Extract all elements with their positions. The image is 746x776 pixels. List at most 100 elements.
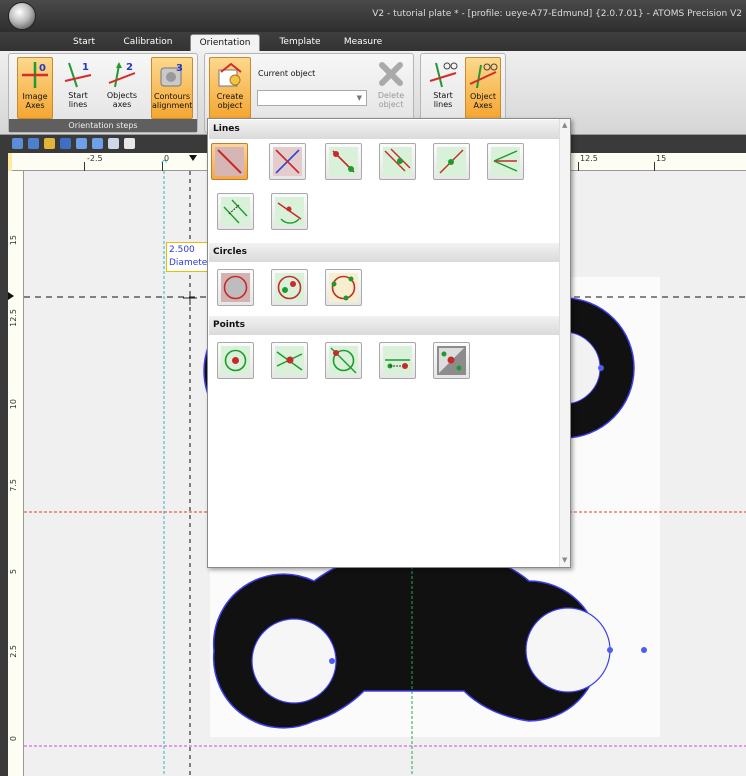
document-icon[interactable] — [124, 138, 135, 149]
image-axes-button[interactable]: 0 Image Axes — [17, 57, 53, 119]
vertical-ruler: 15 12.5 10 7.5 5 2.5 0 — [8, 171, 24, 776]
start-lines-button-2[interactable]: Start lines — [425, 57, 461, 119]
circle-fit-icon — [221, 273, 250, 302]
v-ruler-label: 0 — [9, 736, 18, 742]
chevron-down-icon: ▼ — [356, 94, 362, 102]
object-axes-button[interactable]: Object Axes — [465, 57, 501, 119]
section-circles-header: Circles — [209, 243, 561, 262]
tab-template[interactable]: Template — [270, 34, 330, 51]
contour-point — [329, 658, 335, 664]
image-axes-icon: 0 — [20, 60, 50, 90]
delete-object-label: Delete object — [377, 91, 405, 109]
title-bar: V2 - tutorial plate * - [profile: ueye-A… — [0, 0, 746, 32]
line-perpendicular-tile[interactable] — [433, 143, 470, 180]
circle-two-points-icon — [275, 273, 304, 302]
create-object-icon — [215, 60, 245, 90]
tab-measure[interactable]: Measure — [338, 34, 388, 51]
point-contour-tile[interactable] — [433, 342, 470, 379]
tab-start[interactable]: Start — [66, 34, 102, 51]
object-axes-label: Object Axes — [469, 92, 497, 110]
v-ruler-label: 7.5 — [9, 479, 18, 492]
line-two-points-icon — [215, 147, 244, 176]
create-object-button[interactable]: Create object — [209, 57, 251, 119]
diameter-label: Diameter — [169, 258, 208, 268]
ruler-v-marker-icon — [8, 292, 14, 300]
h-ruler-label: -2.5 — [87, 154, 103, 163]
section-points-header: Points — [209, 316, 561, 335]
image-axes-label: Image Axes — [22, 92, 48, 110]
objects-axes-button[interactable]: 2 Objects axes — [104, 57, 140, 119]
start-lines-button[interactable]: 1 Start lines — [60, 57, 96, 119]
contours-alignment-label: Contours alignment — [152, 92, 193, 110]
app-logo[interactable] — [8, 2, 36, 30]
contour-point — [641, 647, 647, 653]
line-distance-icon — [221, 197, 250, 226]
point-center-tile[interactable] — [217, 342, 254, 379]
undo-icon[interactable] — [76, 138, 87, 149]
line-angle-tile[interactable] — [269, 143, 306, 180]
step-number-3: 3 — [176, 63, 183, 74]
window-title: V2 - tutorial plate * - [profile: ueye-A… — [372, 9, 742, 19]
create-object-label: Create object — [216, 92, 244, 110]
line-distance-tile[interactable] — [217, 193, 254, 230]
start-lines-2-label: Start lines — [433, 91, 453, 109]
redo-icon[interactable] — [92, 138, 103, 149]
point-circle-line-icon — [329, 346, 358, 375]
bottom-right-hole — [525, 607, 611, 693]
line-angle-icon — [273, 147, 302, 176]
line-tangent-icon — [275, 197, 304, 226]
scroll-down-icon[interactable]: ▼ — [562, 556, 567, 564]
tab-orientation[interactable]: Orientation — [190, 34, 260, 51]
dropdown-scrollbar[interactable]: ▲ ▼ — [559, 119, 570, 567]
point-offset-icon — [383, 346, 412, 375]
line-parallel-icon — [383, 147, 412, 176]
orientation-steps-group: 0 Image Axes 1 Start lines 2 Objects axe… — [8, 53, 198, 133]
ruler-cyan-marker-icon: ^ — [160, 159, 169, 170]
h-tick — [84, 162, 85, 171]
open-icon[interactable] — [12, 138, 23, 149]
circle-three-points-tile[interactable] — [325, 269, 362, 306]
v-ruler-label: 5 — [9, 569, 18, 575]
bottom-left-hole — [251, 618, 337, 704]
step-number-2: 2 — [126, 62, 133, 73]
save-icon[interactable] — [60, 138, 71, 149]
contours-alignment-icon: 3 — [157, 60, 187, 90]
point-intersection-icon — [275, 346, 304, 375]
step-number-1: 1 — [82, 62, 89, 73]
contour-point — [607, 647, 613, 653]
scroll-up-icon[interactable]: ▲ — [562, 121, 567, 129]
objects-axes-icon: 2 — [107, 59, 137, 89]
circle-three-points-icon — [329, 273, 358, 302]
diameter-tooltip: 2.500 Diameter — [166, 242, 208, 272]
quick-access-toolbar — [8, 135, 208, 153]
ruler-marker-icon — [189, 155, 197, 161]
line-red-points-tile[interactable] — [325, 143, 362, 180]
line-perpendicular-icon — [437, 147, 466, 176]
current-object-select[interactable]: ▼ — [257, 90, 367, 106]
point-circle-line-tile[interactable] — [325, 342, 362, 379]
point-contour-icon — [437, 346, 466, 375]
create-object-dropdown: Lines Circles Points ▲ ▼ — [207, 118, 571, 568]
circle-fit-tile[interactable] — [217, 269, 254, 306]
camera-icon[interactable] — [28, 138, 39, 149]
start-lines-label: Start lines — [68, 91, 88, 109]
section-lines-header: Lines — [209, 120, 561, 139]
point-intersection-tile[interactable] — [271, 342, 308, 379]
step-number-0: 0 — [39, 63, 46, 74]
v-ruler-label: 12.5 — [9, 309, 18, 327]
line-red-points-icon — [329, 147, 358, 176]
delete-x-icon — [376, 59, 406, 89]
circle-two-points-tile[interactable] — [271, 269, 308, 306]
line-parallel-tile[interactable] — [379, 143, 416, 180]
export-icon[interactable] — [108, 138, 119, 149]
line-two-points-tile[interactable] — [211, 143, 248, 180]
delete-object-button[interactable]: Delete object — [373, 57, 409, 119]
tab-calibration[interactable]: Calibration — [118, 34, 178, 51]
line-bisector-tile[interactable] — [487, 143, 524, 180]
point-offset-tile[interactable] — [379, 342, 416, 379]
contours-alignment-button[interactable]: 3 Contours alignment — [151, 57, 193, 119]
h-tick — [654, 162, 655, 171]
diameter-value: 2.500 — [169, 245, 195, 255]
folder-icon[interactable] — [44, 138, 55, 149]
line-tangent-tile[interactable] — [271, 193, 308, 230]
